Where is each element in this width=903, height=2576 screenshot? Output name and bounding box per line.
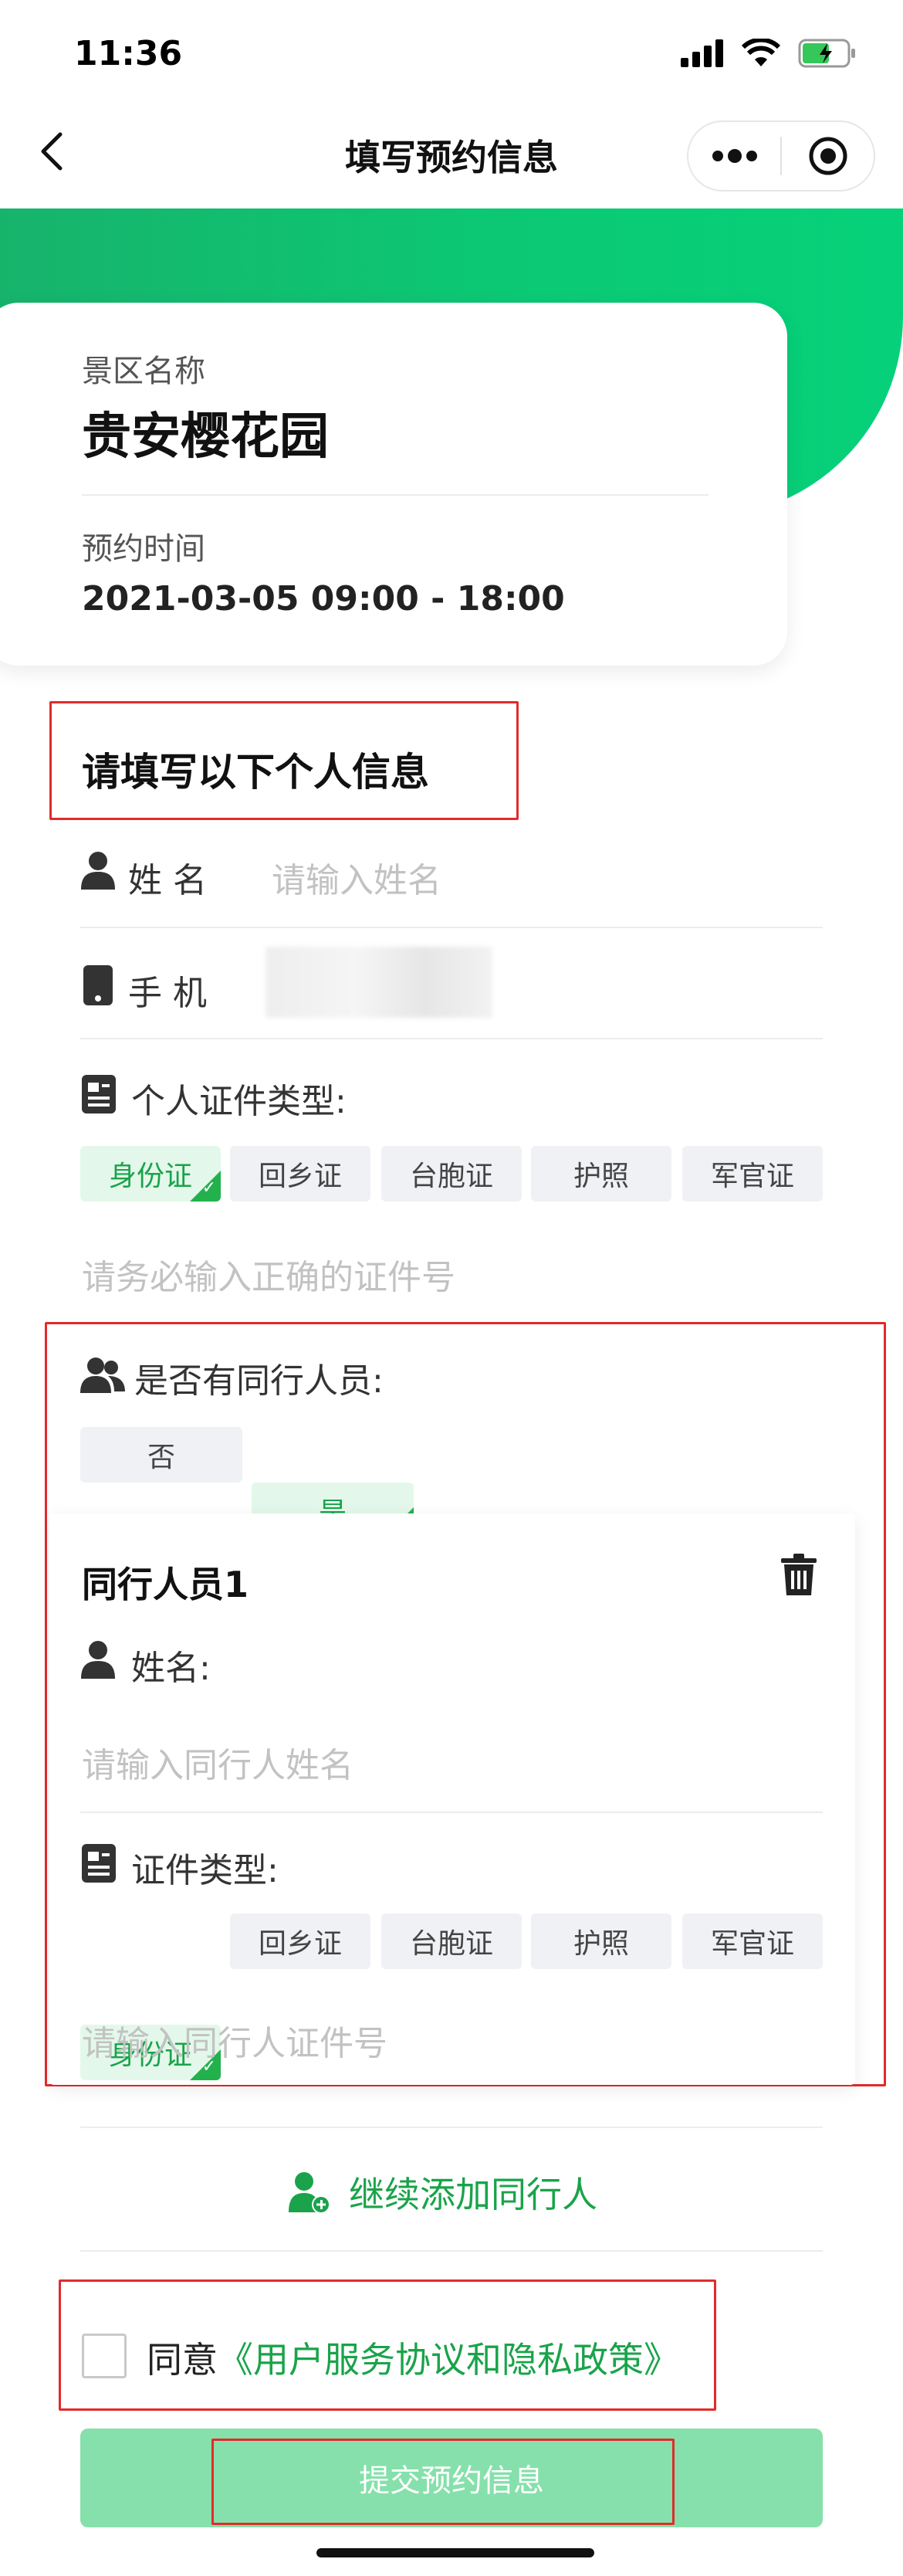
- add-person-icon: [289, 2172, 330, 2214]
- row-divider: [80, 927, 823, 928]
- companion-id-type-chip[interactable]: 护照: [531, 1913, 671, 1969]
- chip-label: 回乡证: [258, 1161, 342, 1192]
- add-companion-label: 继续添加同行人: [349, 2174, 597, 2215]
- scenic-label: 景区名称: [82, 354, 205, 389]
- name-label: 姓 名: [128, 861, 207, 900]
- check-icon: ✓: [201, 1178, 216, 1198]
- time-value: 2021-03-05 09:00 - 18:00: [82, 579, 565, 619]
- phone-label: 手 机: [128, 974, 207, 1013]
- card-divider: [82, 494, 709, 496]
- phone-input-redacted[interactable]: [265, 947, 492, 1018]
- battery-charging-icon: [798, 39, 855, 68]
- close-miniprogram-button[interactable]: [782, 122, 874, 190]
- mini-program-capsule: [687, 120, 875, 192]
- agreement-link[interactable]: 《用户服务协议和隐私政策》: [218, 2339, 679, 2381]
- people-icon: [80, 1357, 125, 1393]
- id-type-chip[interactable]: 身份证 ✓: [80, 1146, 221, 1202]
- companion-name-label: 姓名:: [131, 1649, 211, 1688]
- annotation-box-submit: [211, 2439, 675, 2525]
- companion-title: 同行人员1: [82, 1564, 249, 1605]
- scenic-name: 贵安樱花园: [82, 408, 329, 466]
- agree-text: 同意《用户服务协议和隐私政策》: [147, 2332, 679, 2383]
- id-type-chip[interactable]: 护照: [531, 1146, 671, 1202]
- phone-icon: [83, 965, 113, 1005]
- person-icon: [81, 852, 115, 890]
- chip-label: 回乡证: [258, 1928, 342, 1960]
- chip-label: 护照: [573, 1161, 629, 1192]
- chip-label: 身份证: [108, 1161, 192, 1192]
- status-icons: [681, 39, 857, 68]
- status-time: 11:36: [74, 34, 183, 73]
- companion-id-input[interactable]: 请输入同行人证件号: [82, 2015, 387, 2065]
- target-close-icon: [809, 137, 847, 175]
- info-card: 景区名称 贵安樱花园 预约时间 2021-03-05 09:00 - 18:00: [0, 303, 787, 666]
- row-divider: [80, 2250, 823, 2252]
- row-divider: [80, 1812, 823, 1813]
- companion-no-chip[interactable]: 否: [80, 1427, 242, 1483]
- section-title: 请填写以下个人信息: [82, 750, 429, 795]
- id-card-icon: [82, 1844, 116, 1883]
- id-type-chip[interactable]: 军官证: [682, 1146, 823, 1202]
- row-divider: [80, 2127, 823, 2128]
- more-button[interactable]: [688, 122, 780, 190]
- more-dots-icon: [712, 149, 757, 163]
- name-input[interactable]: 请输入姓名: [272, 852, 441, 902]
- companion-name-input[interactable]: 请输入同行人姓名: [82, 1737, 353, 1787]
- row-divider: [80, 1038, 823, 1039]
- chip-label: 军官证: [710, 1161, 794, 1192]
- companion-id-type-chip[interactable]: 回乡证: [230, 1913, 370, 1969]
- companion-id-type-label: 证件类型:: [131, 1851, 279, 1890]
- companion-id-type-chip[interactable]: 军官证: [682, 1913, 823, 1969]
- time-label: 预约时间: [82, 531, 205, 567]
- id-type-chip[interactable]: 回乡证: [230, 1146, 370, 1202]
- signal-icon: [681, 39, 723, 67]
- wifi-icon: [741, 39, 781, 66]
- delete-companion-button[interactable]: [781, 1554, 817, 1595]
- companion-question: 是否有同行人员:: [134, 1361, 384, 1401]
- agree-checkbox[interactable]: [82, 2334, 127, 2378]
- home-indicator: [316, 2548, 594, 2557]
- id-card-icon: [82, 1075, 116, 1113]
- add-companion-button[interactable]: 继续添加同行人: [289, 2167, 597, 2218]
- agree-prefix: 同意: [147, 2339, 218, 2381]
- chip-label: 军官证: [710, 1928, 794, 1960]
- companion-id-type-chip[interactable]: 台胞证: [381, 1913, 522, 1969]
- chip-label: 否: [147, 1442, 175, 1473]
- id-number-input[interactable]: 请务必输入正确的证件号: [82, 1249, 455, 1299]
- chip-label: 护照: [573, 1928, 629, 1960]
- person-icon: [81, 1641, 115, 1679]
- chip-label: 台胞证: [409, 1161, 493, 1192]
- id-type-chip[interactable]: 台胞证: [381, 1146, 522, 1202]
- chip-label: 台胞证: [409, 1928, 493, 1960]
- id-type-label: 个人证件类型:: [131, 1082, 347, 1121]
